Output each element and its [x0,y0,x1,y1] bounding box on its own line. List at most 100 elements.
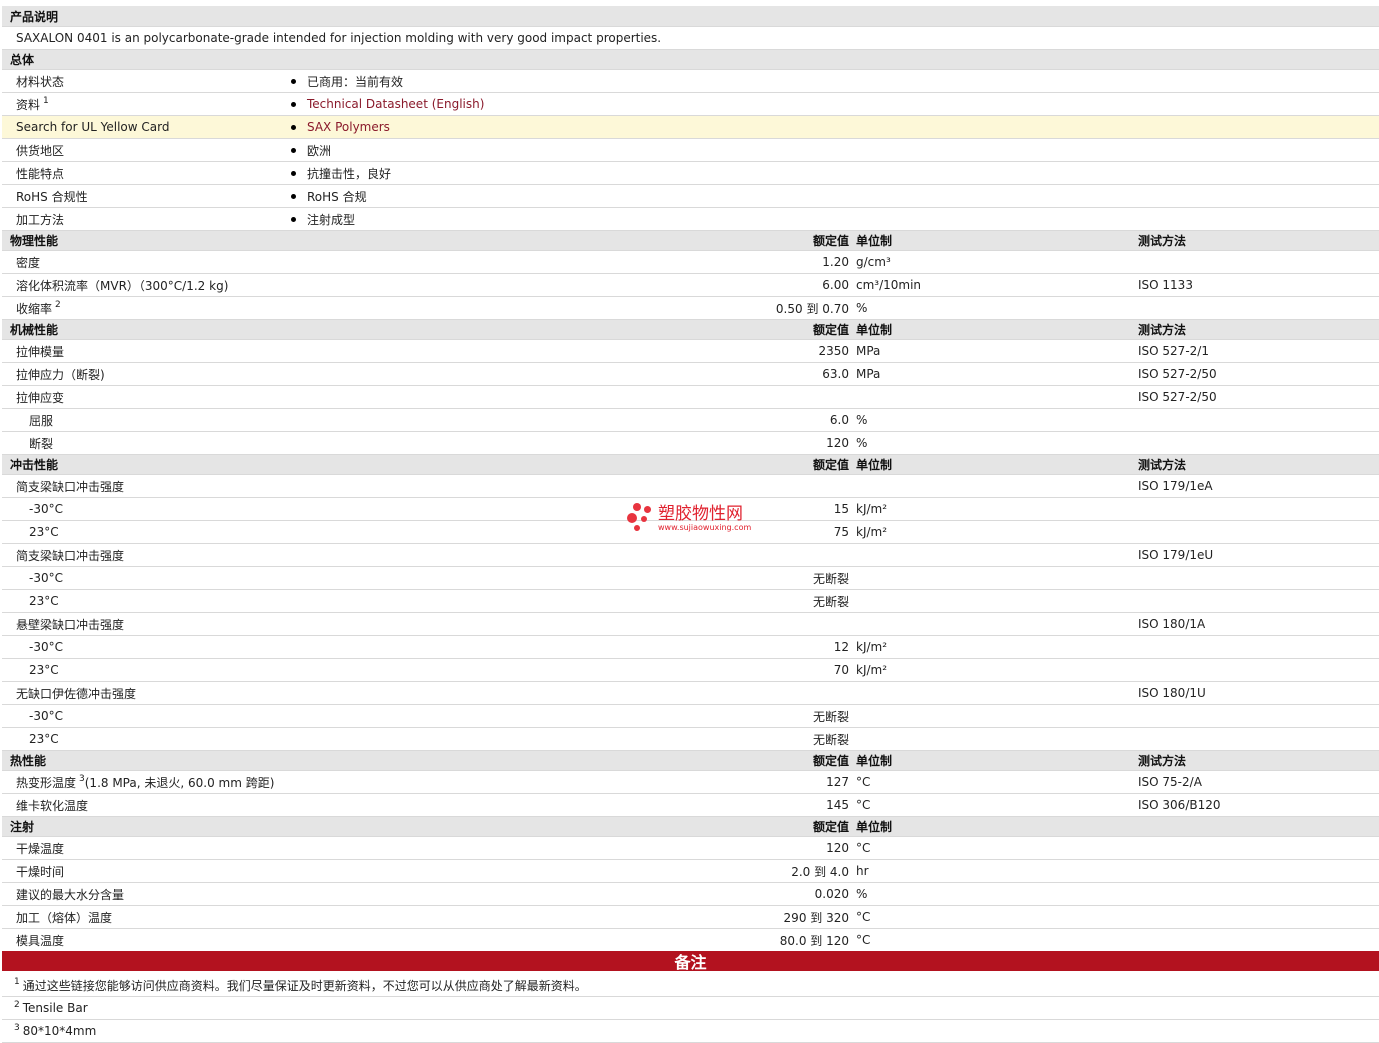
note-content: 通过这些链接您能够访问供应商资料。我们尽量保证及时更新资料，不过您可以从供应商处… [22,978,587,993]
property-name-text: 23°C [29,663,59,677]
general-row: 供货地区 欧洲 [2,139,1379,162]
rated-value: 127 [826,775,849,789]
property-name: Search for UL Yellow Card [16,116,169,138]
note-text: 2 Tensile Bar [14,997,88,1019]
note-content: Tensile Bar [22,1001,88,1015]
property-value: 已商用：当前有效 [291,70,403,92]
property-name-text: 干燥温度 [16,841,65,856]
unit: °C [856,841,871,855]
value-link[interactable]: SAX Polymers [307,120,390,134]
unit: °C [856,933,871,947]
footnote-ref[interactable]: 3 [79,774,85,784]
property-name-text: 性能特点 [16,166,65,181]
section-header-product: 产品说明 [2,6,1379,27]
property-value: 欧洲 [291,139,331,161]
property-name-text: 断裂 [29,436,54,451]
property-name-text: 收缩率 [16,301,53,316]
section-title: 热性能 [10,754,47,768]
section-header-thermal: 热性能 额定值 单位制 测试方法 [2,751,1379,771]
property-name: 维卡软化温度 [16,794,88,816]
footnote-ref[interactable]: 1 [43,96,49,106]
property-name-text: 拉伸应力（断裂) [16,367,105,382]
property-name: -30°C [29,498,63,520]
unit: % [856,301,868,315]
impact-row: 无缺口伊佐德冲击强度 ISO 180/1U [2,682,1379,705]
property-name-text: 拉伸应变 [16,390,65,405]
unit-header: 单位制 [856,754,893,768]
property-condition: (1.8 MPa, 未退火, 60.0 mm 跨距) [84,775,275,790]
test-method: ISO 75-2/A [1138,775,1202,789]
note-row: 1 通过这些链接您能够访问供应商资料。我们尽量保证及时更新资料，不过您可以从供应商… [2,974,1379,997]
impact-row: 简支梁缺口冲击强度 ISO 179/1eU [2,544,1379,567]
watermark-name: 塑胶物性网 [658,503,743,524]
rated-value: 无断裂 [812,709,849,724]
test-method: ISO 527-2/50 [1138,367,1217,381]
general-row: 资料 1 Technical Datasheet (English) [2,93,1379,116]
rated-value: 290 到 320 [783,910,849,925]
note-text: 1 通过这些链接您能够访问供应商资料。我们尽量保证及时更新资料，不过您可以从供应商… [14,974,587,996]
rated-value-header: 额定值 [812,754,849,768]
rated-value: 145 [826,798,849,812]
property-name: -30°C [29,567,63,589]
property-name: 热变形温度 3 (1.8 MPa, 未退火, 60.0 mm 跨距) [16,771,274,793]
property-name-text: 简支梁缺口冲击强度 [16,479,125,494]
footnote-ref[interactable]: 2 [55,300,61,310]
section-title: 注射 [10,820,35,834]
test-method: ISO 179/1eA [1138,479,1213,493]
property-name: 23°C [29,728,59,750]
rated-value-header: 额定值 [812,323,849,337]
unit-header: 单位制 [856,820,893,834]
unit: MPa [856,344,881,358]
property-name: 资料 1 [16,93,49,115]
property-name: -30°C [29,636,63,658]
impact-row: 23°C 70 kJ/m² [2,659,1379,682]
impact-row: -30°C 无断裂 [2,567,1379,590]
value-link[interactable]: Technical Datasheet (English) [307,97,484,111]
rated-value: 70 [833,663,849,677]
property-name: 溶化体积流率（MVR）（300°C/1.2 kg) [16,274,228,296]
property-name: 屈服 [29,409,53,431]
thermal-row: 维卡软化温度 145 °C ISO 306/B120 [2,794,1379,817]
unit: % [856,436,868,450]
section-title: 产品说明 [10,9,59,24]
unit: % [856,413,868,427]
property-value: SAX Polymers [291,116,390,138]
section-header-injection: 注射 额定值 单位制 [2,817,1379,837]
thermal-row: 热变形温度 3 (1.8 MPa, 未退火, 60.0 mm 跨距) 127 °C IS… [2,771,1379,794]
notes-header: 备注 [2,951,1379,972]
physical-row: 溶化体积流率（MVR）（300°C/1.2 kg) 6.00 cm³/10min IS… [2,274,1379,297]
rated-value: 120 [826,436,849,450]
watermark-dots-icon [627,503,655,533]
general-row: Search for UL Yellow Card SAX Polymers [2,116,1379,139]
impact-row: 悬壁梁缺口冲击强度 ISO 180/1A [2,613,1379,636]
rated-value: 120 [826,841,849,855]
property-name-text: -30°C [29,709,63,723]
injection-row: 干燥时间 2.0 到 4.0 hr [2,860,1379,883]
property-name-text: 加工（熔体）温度 [16,910,113,925]
property-name-text: 热变形温度 [16,775,77,790]
injection-row: 加工（熔体）温度 290 到 320 °C [2,906,1379,929]
test-method-header: 测试方法 [1138,323,1187,337]
note-number: 3 [14,1023,20,1033]
bullet-icon [291,193,296,199]
unit: cm³/10min [856,278,922,292]
property-name-text: 建议的最大水分含量 [16,887,125,902]
mechanical-row: 断裂 120% [2,432,1379,455]
rated-value: 2350 [818,344,849,358]
property-name-text: 无缺口伊佐德冲击强度 [16,686,137,701]
note-number: 1 [14,977,20,987]
property-name-text: Search for UL Yellow Card [16,120,170,134]
impact-row: 23°C 无断裂 [2,590,1379,613]
property-name-text: 密度 [16,255,41,270]
unit: g/cm³ [856,255,891,269]
property-name-text: 模具温度 [16,933,65,948]
rated-value: 63.0 [822,367,849,381]
property-name: 简支梁缺口冲击强度 [16,475,124,497]
unit: °C [856,910,871,924]
value-text: 欧洲 [307,143,332,158]
property-name: 拉伸应力（断裂) [16,363,105,385]
value-text: 抗撞击性，良好 [307,166,392,181]
property-name: 建议的最大水分含量 [16,883,124,905]
rated-value: 75 [833,525,849,539]
rated-value-header: 额定值 [812,234,849,248]
